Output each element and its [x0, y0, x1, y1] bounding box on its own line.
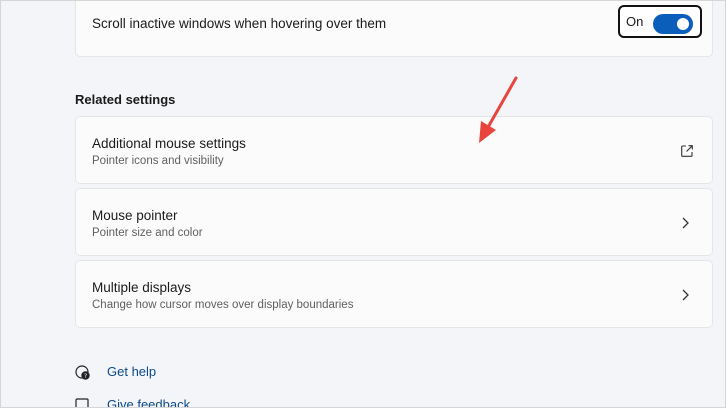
additional-mouse-settings-title: Additional mouse settings [92, 136, 246, 151]
give-feedback-icon [75, 398, 89, 407]
additional-mouse-settings-subtitle: Pointer icons and visibility [92, 155, 224, 167]
toggle-state-label: On [626, 14, 644, 29]
external-link-icon [681, 145, 693, 157]
mouse-pointer-subtitle: Pointer size and color [92, 227, 203, 239]
settings-window: Scroll inactive windows when hovering ov… [0, 0, 726, 408]
annotation-arrow [479, 76, 518, 143]
related-settings-heading: Related settings [75, 92, 176, 107]
get-help-link[interactable]: Get help [107, 364, 156, 379]
mouse-pointer-card[interactable]: Mouse pointer Pointer size and color [75, 188, 713, 256]
scroll-inactive-setting-card: Scroll inactive windows when hovering ov… [75, 1, 713, 57]
multiple-displays-card[interactable]: Multiple displays Change how cursor move… [75, 260, 713, 328]
additional-mouse-settings-card[interactable]: Additional mouse settings Pointer icons … [75, 116, 713, 184]
scroll-inactive-toggle[interactable]: On [618, 5, 702, 38]
mouse-pointer-title: Mouse pointer [92, 208, 178, 223]
chevron-right-icon [682, 289, 689, 301]
give-feedback-link[interactable]: Give feedback [107, 397, 190, 407]
toggle-knob [677, 18, 689, 30]
chevron-right-icon [682, 217, 689, 229]
scroll-inactive-label: Scroll inactive windows when hovering ov… [92, 16, 387, 31]
toggle-switch[interactable] [653, 14, 693, 34]
multiple-displays-title: Multiple displays [92, 280, 192, 295]
get-help-icon: ? [75, 365, 90, 380]
multiple-displays-subtitle: Change how cursor moves over display bou… [92, 299, 354, 311]
svg-text:?: ? [84, 373, 87, 380]
